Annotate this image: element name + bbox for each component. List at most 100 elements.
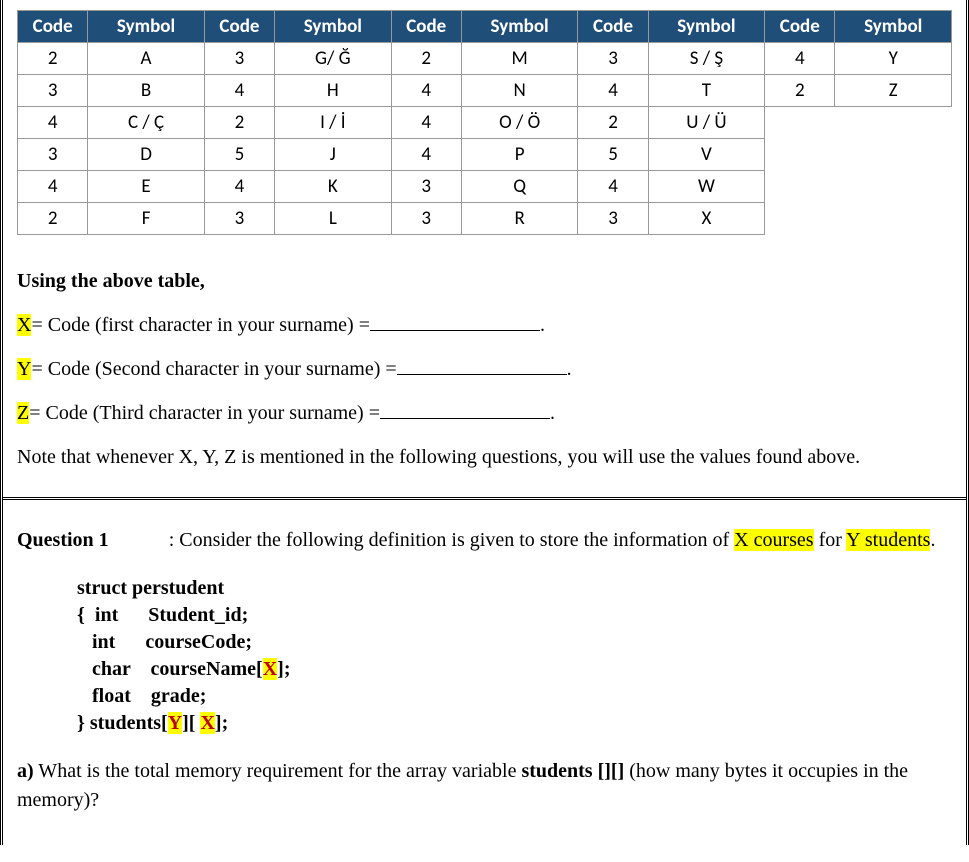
arr-post: ];	[215, 712, 228, 734]
table-cell: 3	[578, 43, 648, 75]
table-cell	[835, 171, 952, 203]
x-period: .	[540, 314, 545, 336]
th-symbol-5: Symbol	[835, 11, 952, 43]
table-cell	[835, 139, 952, 171]
table-cell: O / Ö	[461, 107, 577, 139]
table-cell: 2	[578, 107, 648, 139]
question-1: Question 1 : Consider the following defi…	[3, 500, 966, 845]
z-text: = Code (Third character in your surname)…	[29, 402, 380, 424]
table-row: 4C / Ç2I / İ4O / Ö2U / Ü	[18, 107, 952, 139]
y-text: = Code (Second character in your surname…	[31, 358, 396, 380]
table-cell	[835, 107, 952, 139]
float-name: grade;	[151, 685, 207, 707]
float-type: float	[92, 685, 131, 707]
q1-lead: : Consider the following definition is g…	[169, 529, 734, 551]
table-cell: 3	[391, 171, 461, 203]
table-cell: L	[275, 203, 391, 235]
table-cell: 2	[765, 75, 835, 107]
part-a-bold: students [][]	[521, 760, 624, 782]
table-cell	[765, 171, 835, 203]
table-cell: N	[461, 75, 577, 107]
char-name-pre: courseName[	[151, 658, 263, 680]
table-cell: F	[88, 203, 204, 235]
struct-code: struct perstudent { int Student_id; int …	[77, 575, 952, 737]
table-cell	[835, 203, 952, 235]
table-cell: M	[461, 43, 577, 75]
table-cell: 4	[391, 75, 461, 107]
x-definition: X= Code (first character in your surname…	[17, 309, 952, 341]
q1-for: for	[814, 529, 847, 551]
th-symbol-3: Symbol	[461, 11, 577, 43]
table-cell: I / İ	[275, 107, 391, 139]
table-cell: 4	[391, 139, 461, 171]
table-cell: 2	[18, 43, 88, 75]
y-blank	[397, 354, 567, 375]
x-text: = Code (first character in your surname)…	[31, 314, 370, 336]
table-row: 2A3G/ Ğ2M3S / Ş4Y	[18, 43, 952, 75]
table-cell: 4	[204, 75, 274, 107]
table-row: 2F3L3R3X	[18, 203, 952, 235]
x-var: X	[17, 314, 31, 336]
part-a-txt1: What is the total memory requirement for…	[34, 760, 522, 782]
q1-title: Question 1	[17, 529, 109, 551]
table-cell: 4	[204, 171, 274, 203]
y-period: .	[567, 358, 572, 380]
char-type: char	[92, 658, 131, 680]
table-body: 2A3G/ Ğ2M3S / Ş4Y3B4H4N4T2Z4C / Ç2I / İ4…	[18, 43, 952, 235]
th-code-2: Code	[204, 11, 274, 43]
arr-x: X	[200, 712, 214, 734]
arr-y: Y	[168, 712, 182, 734]
th-symbol-4: Symbol	[648, 11, 764, 43]
x-blank	[370, 310, 540, 331]
int2-name: courseCode;	[145, 631, 252, 653]
th-symbol-1: Symbol	[88, 11, 204, 43]
z-period: .	[550, 402, 555, 424]
table-cell: Z	[835, 75, 952, 107]
int1-type: int	[95, 604, 118, 626]
table-cell: G/ Ğ	[275, 43, 391, 75]
table-cell	[765, 139, 835, 171]
table-cell: 4	[18, 107, 88, 139]
table-cell: 3	[578, 203, 648, 235]
y-var: Y	[17, 358, 31, 380]
table-cell: E	[88, 171, 204, 203]
table-row: 4E4K3Q4W	[18, 171, 952, 203]
table-cell: 4	[18, 171, 88, 203]
page-container: Code Symbol Code Symbol Code Symbol Code…	[0, 0, 969, 845]
q1-period: .	[930, 529, 935, 551]
part-a-label: a)	[17, 760, 34, 782]
table-cell: J	[275, 139, 391, 171]
table-cell: D	[88, 139, 204, 171]
table-cell: 4	[765, 43, 835, 75]
th-code-5: Code	[765, 11, 835, 43]
table-cell: V	[648, 139, 764, 171]
table-cell: R	[461, 203, 577, 235]
table-cell: Y	[835, 43, 952, 75]
table-header-row: Code Symbol Code Symbol Code Symbol Code…	[18, 11, 952, 43]
table-cell: S / Ş	[648, 43, 764, 75]
close-brace-pre: } students[	[77, 712, 168, 734]
table-cell: 5	[578, 139, 648, 171]
int2-type: int	[92, 631, 115, 653]
z-var: Z	[17, 402, 29, 424]
table-cell: 3	[18, 75, 88, 107]
table-cell: A	[88, 43, 204, 75]
table-cell: H	[275, 75, 391, 107]
table-cell: 3	[204, 203, 274, 235]
table-cell: 5	[204, 139, 274, 171]
table-cell: U / Ü	[648, 107, 764, 139]
th-code-1: Code	[18, 11, 88, 43]
table-row: 3D5J4P5V	[18, 139, 952, 171]
table-cell: B	[88, 75, 204, 107]
table-cell	[765, 203, 835, 235]
table-cell: P	[461, 139, 577, 171]
table-cell: 3	[391, 203, 461, 235]
table-row: 3B4H4N4T2Z	[18, 75, 952, 107]
table-cell: 4	[391, 107, 461, 139]
note-text: Note that whenever X, Y, Z is mentioned …	[17, 441, 952, 473]
th-code-4: Code	[578, 11, 648, 43]
code-symbol-table: Code Symbol Code Symbol Code Symbol Code…	[17, 10, 952, 235]
th-symbol-2: Symbol	[275, 11, 391, 43]
table-cell	[765, 107, 835, 139]
table-cell: Q	[461, 171, 577, 203]
